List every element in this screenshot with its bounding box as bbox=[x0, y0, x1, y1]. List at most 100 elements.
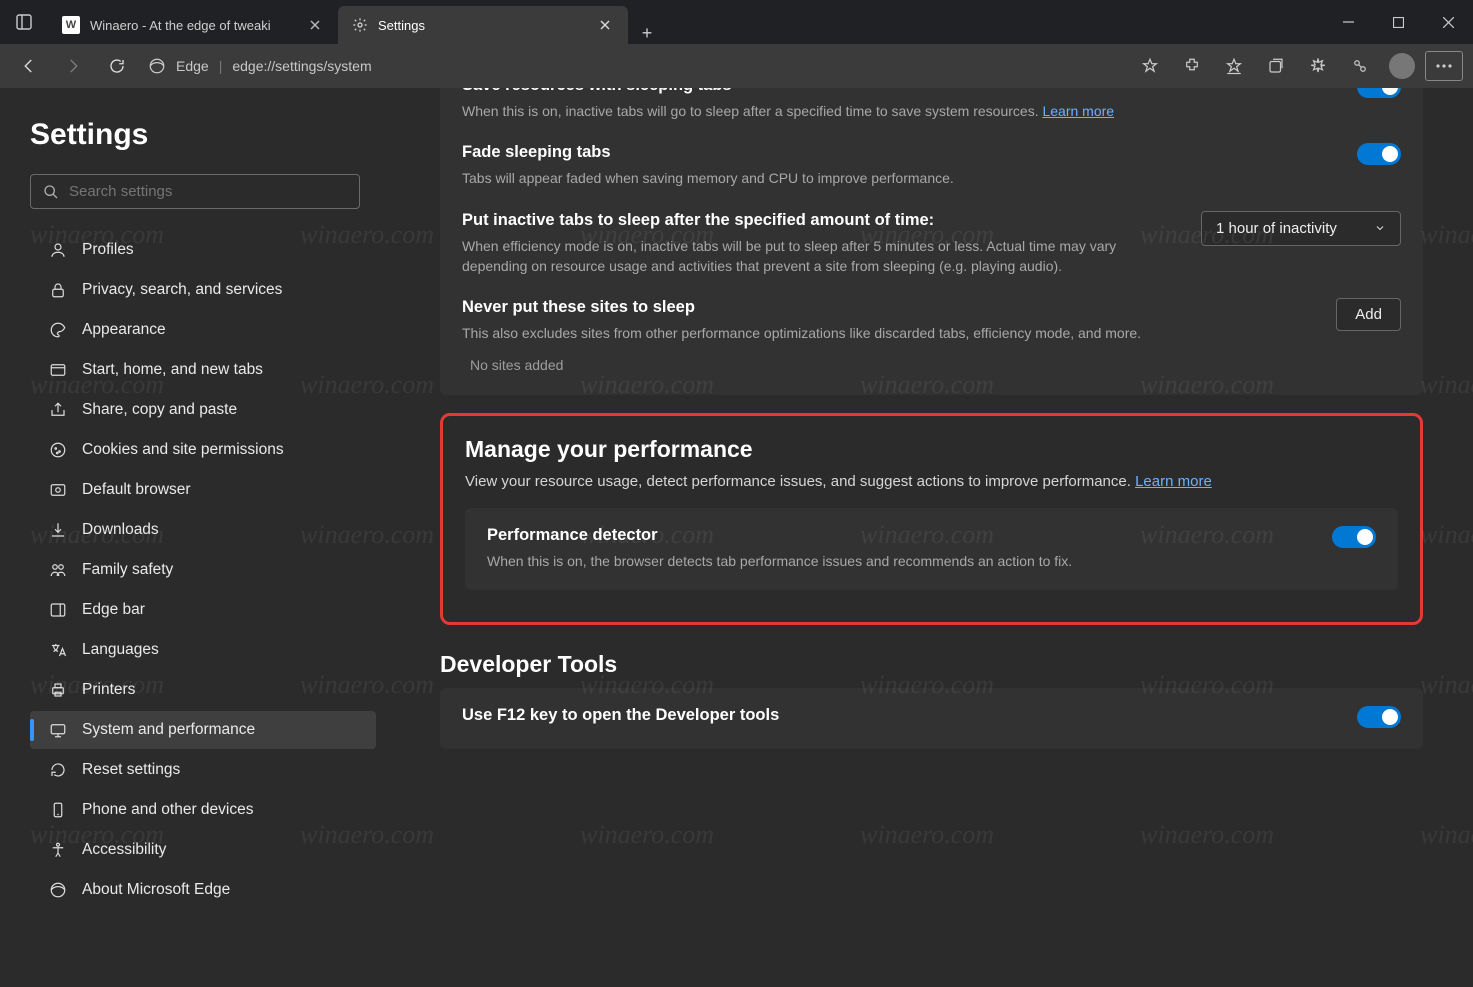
search-settings[interactable] bbox=[30, 174, 360, 209]
favorite-button[interactable] bbox=[1131, 49, 1169, 83]
profiles-icon bbox=[48, 240, 68, 260]
settings-title: Settings bbox=[30, 118, 376, 152]
sidebar-item-default[interactable]: Default browser bbox=[30, 471, 376, 509]
edgebar-icon bbox=[48, 600, 68, 620]
sidebar-item-start[interactable]: Start, home, and new tabs bbox=[30, 351, 376, 389]
f12-title: Use F12 key to open the Developer tools bbox=[462, 706, 1337, 725]
performance-detector-title: Performance detector bbox=[487, 526, 1312, 545]
lock-icon bbox=[48, 280, 68, 300]
url-text: edge://settings/system bbox=[232, 58, 371, 74]
no-sites-text: No sites added bbox=[462, 343, 1401, 377]
manage-performance-title: Manage your performance bbox=[465, 436, 1398, 463]
sidebar-item-system[interactable]: System and performance bbox=[30, 711, 376, 749]
sidebar-item-label: Privacy, search, and services bbox=[82, 281, 282, 299]
sleep-time-select[interactable]: 1 hour of inactivity bbox=[1201, 211, 1401, 246]
fade-tabs-toggle[interactable] bbox=[1357, 143, 1401, 165]
sidebar-item-label: Printers bbox=[82, 681, 135, 699]
sidebar-item-label: Languages bbox=[82, 641, 159, 659]
tab-winaero[interactable]: W Winaero - At the edge of tweaki bbox=[48, 6, 338, 44]
close-tab-icon[interactable] bbox=[596, 16, 614, 34]
settings-content: Save resources with sleeping tabs When t… bbox=[400, 88, 1473, 987]
default-icon bbox=[48, 480, 68, 500]
search-input[interactable] bbox=[69, 183, 347, 200]
performance-detector-toggle[interactable] bbox=[1332, 526, 1376, 548]
tab-actions-button[interactable] bbox=[10, 8, 38, 36]
system-icon bbox=[48, 720, 68, 740]
sidebar-item-a11y[interactable]: Accessibility bbox=[30, 831, 376, 869]
share-icon bbox=[48, 400, 68, 420]
sidebar-item-printer[interactable]: Printers bbox=[30, 671, 376, 709]
sidebar-item-label: Downloads bbox=[82, 521, 159, 539]
maximize-button[interactable] bbox=[1373, 0, 1423, 44]
performance-detector-card: Performance detector When this is on, th… bbox=[465, 508, 1398, 589]
sidebar-item-label: Edge bar bbox=[82, 601, 145, 619]
sidebar-item-appearance[interactable]: Appearance bbox=[30, 311, 376, 349]
settings-gear-icon bbox=[352, 17, 368, 33]
forward-button[interactable] bbox=[54, 49, 92, 83]
f12-toggle[interactable] bbox=[1357, 706, 1401, 728]
sidebar-item-label: Appearance bbox=[82, 321, 166, 339]
sidebar-item-label: Start, home, and new tabs bbox=[82, 361, 263, 379]
sidebar-item-edgebar[interactable]: Edge bar bbox=[30, 591, 376, 629]
a11y-icon bbox=[48, 840, 68, 860]
address-bar[interactable]: Edge | edge://settings/system bbox=[142, 57, 378, 75]
fade-tabs-title: Fade sleeping tabs bbox=[462, 143, 1337, 162]
sleep-time-title: Put inactive tabs to sleep after the spe… bbox=[462, 211, 1181, 230]
performance-detector-desc: When this is on, the browser detects tab… bbox=[487, 551, 1312, 571]
sidebar-item-about[interactable]: About Microsoft Edge bbox=[30, 871, 376, 909]
close-window-button[interactable] bbox=[1423, 0, 1473, 44]
favorites-list-button[interactable] bbox=[1215, 49, 1253, 83]
developer-tools-title: Developer Tools bbox=[440, 651, 1423, 678]
sidebar-item-phone[interactable]: Phone and other devices bbox=[30, 791, 376, 829]
sidebar-item-label: Phone and other devices bbox=[82, 801, 253, 819]
save-resources-desc: When this is on, inactive tabs will go t… bbox=[462, 101, 1337, 121]
refresh-button[interactable] bbox=[98, 49, 136, 83]
sidebar-item-share[interactable]: Share, copy and paste bbox=[30, 391, 376, 429]
extensions-button[interactable] bbox=[1173, 49, 1211, 83]
sidebar-item-cookies[interactable]: Cookies and site permissions bbox=[30, 431, 376, 469]
hub-button[interactable] bbox=[1341, 49, 1379, 83]
sidebar-item-label: Reset settings bbox=[82, 761, 180, 779]
tab-settings[interactable]: Settings bbox=[338, 6, 628, 44]
learn-more-link[interactable]: Learn more bbox=[1042, 103, 1114, 119]
manage-performance-highlight: Manage your performance View your resour… bbox=[440, 413, 1423, 624]
reset-icon bbox=[48, 760, 68, 780]
sidebar-item-lock[interactable]: Privacy, search, and services bbox=[30, 271, 376, 309]
never-sleep-desc: This also excludes sites from other perf… bbox=[462, 323, 1316, 343]
learn-more-link[interactable]: Learn more bbox=[1135, 473, 1212, 490]
sidebar-item-profiles[interactable]: Profiles bbox=[30, 231, 376, 269]
sidebar-item-label: Default browser bbox=[82, 481, 191, 499]
start-icon bbox=[48, 360, 68, 380]
sidebar-item-label: About Microsoft Edge bbox=[82, 881, 230, 899]
save-resources-toggle[interactable] bbox=[1357, 88, 1401, 98]
profile-avatar[interactable] bbox=[1383, 49, 1421, 83]
add-site-button[interactable]: Add bbox=[1336, 298, 1401, 331]
new-tab-button[interactable]: + bbox=[628, 23, 666, 44]
sidebar-item-reset[interactable]: Reset settings bbox=[30, 751, 376, 789]
lang-icon bbox=[48, 640, 68, 660]
sidebar-item-label: System and performance bbox=[82, 721, 255, 739]
sidebar-item-label: Accessibility bbox=[82, 841, 166, 859]
tab-label: Settings bbox=[378, 18, 425, 33]
tab-label: Winaero - At the edge of tweaki bbox=[90, 18, 271, 33]
sidebar-item-label: Family safety bbox=[82, 561, 173, 579]
family-icon bbox=[48, 560, 68, 580]
sidebar-item-family[interactable]: Family safety bbox=[30, 551, 376, 589]
sidebar-item-label: Share, copy and paste bbox=[82, 401, 237, 419]
more-menu-button[interactable] bbox=[1425, 51, 1463, 81]
back-button[interactable] bbox=[10, 49, 48, 83]
close-tab-icon[interactable] bbox=[306, 16, 324, 34]
sidebar-item-label: Cookies and site permissions bbox=[82, 441, 284, 459]
protocol-label: Edge bbox=[176, 58, 209, 74]
performance-button[interactable] bbox=[1299, 49, 1337, 83]
sidebar-item-download[interactable]: Downloads bbox=[30, 511, 376, 549]
minimize-button[interactable] bbox=[1323, 0, 1373, 44]
collections-button[interactable] bbox=[1257, 49, 1295, 83]
fade-tabs-desc: Tabs will appear faded when saving memor… bbox=[462, 168, 1337, 188]
manage-performance-sub: View your resource usage, detect perform… bbox=[465, 473, 1398, 490]
sleep-time-desc: When efficiency mode is on, inactive tab… bbox=[462, 236, 1181, 277]
f12-card: Use F12 key to open the Developer tools bbox=[440, 688, 1423, 749]
printer-icon bbox=[48, 680, 68, 700]
sidebar-item-lang[interactable]: Languages bbox=[30, 631, 376, 669]
cookies-icon bbox=[48, 440, 68, 460]
